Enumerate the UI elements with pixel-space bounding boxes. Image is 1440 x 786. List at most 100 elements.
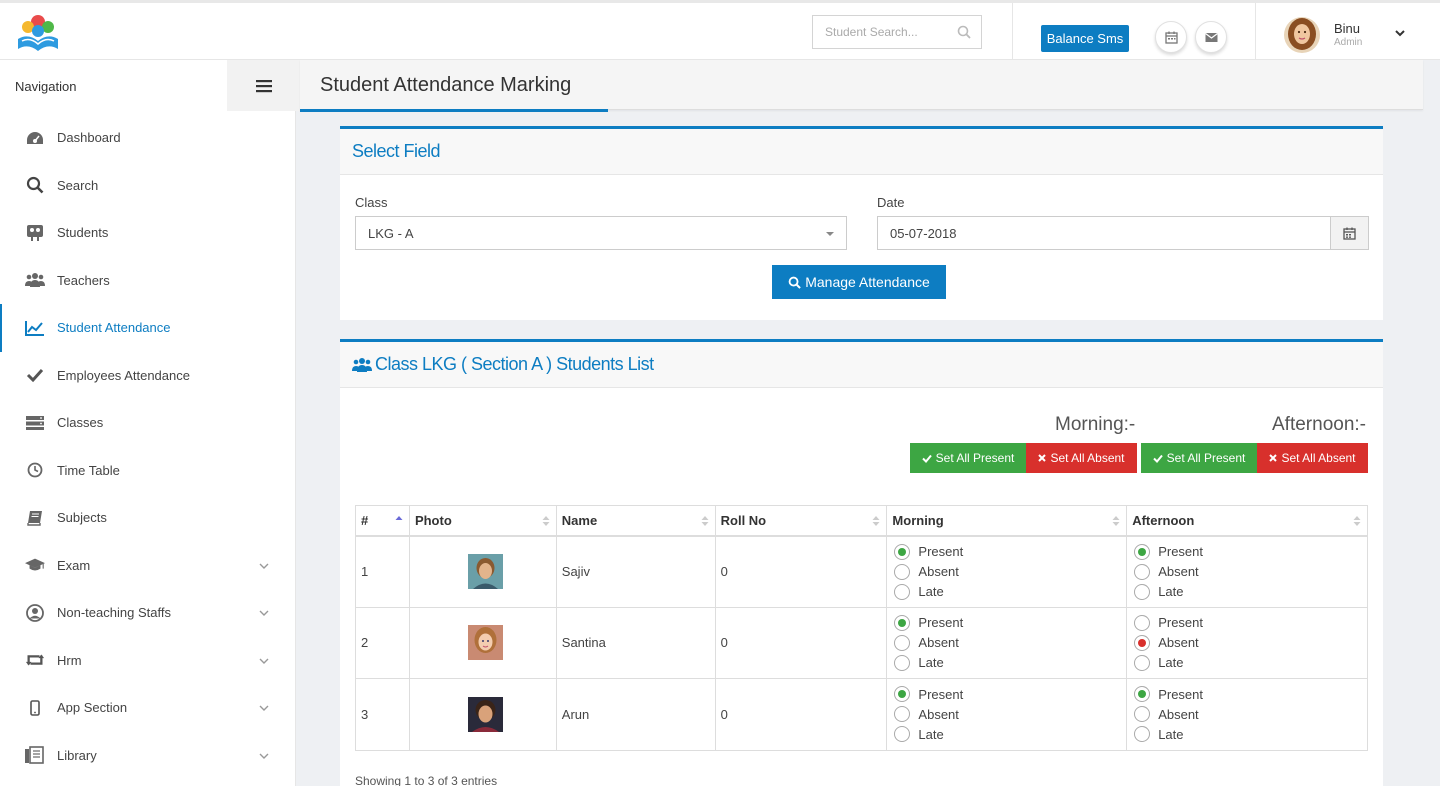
chevron-down-icon[interactable] — [259, 608, 269, 618]
roll-no: 0 — [714, 678, 888, 751]
morning-absent-radio[interactable]: Absent — [894, 634, 1126, 651]
student-name: Arun — [555, 678, 716, 751]
students-list-header: Class LKG ( Section A ) Students List — [340, 342, 1383, 388]
roll-no: 0 — [714, 535, 888, 608]
sidebar-item-students[interactable]: Students — [0, 209, 296, 257]
balance-sms-button[interactable]: Balance Sms — [1041, 25, 1129, 52]
student-name: Sajiv — [555, 535, 716, 608]
table-row: 3 Arun 0 Present Absent Late Present Abs… — [355, 678, 1368, 751]
afternoon-present-radio[interactable]: Present — [1134, 614, 1367, 631]
afternoon-late-radio[interactable]: Late — [1134, 654, 1367, 671]
sidebar-item-dashboard[interactable]: Dashboard — [0, 114, 296, 162]
menu-toggle-button[interactable] — [227, 60, 300, 111]
dashboard-icon — [25, 129, 45, 147]
morning-cell: Present Absent Late — [886, 678, 1128, 751]
afternoon-present-radio[interactable]: Present — [1134, 686, 1367, 703]
entries-info: Showing 1 to 3 of 3 entries — [355, 774, 498, 786]
column-header-afternoon[interactable]: Afternoon — [1126, 505, 1368, 537]
date-input[interactable]: 05-07-2018 — [877, 216, 1331, 250]
afternoon-late-radio[interactable]: Late — [1134, 583, 1367, 600]
student-search-input[interactable] — [813, 16, 953, 48]
class-select[interactable]: LKG - A — [355, 216, 847, 250]
sidebar-item-exam[interactable]: Exam — [0, 542, 296, 590]
morning-cell: Present Absent Late — [886, 606, 1128, 679]
sidebar-item-library[interactable]: Library — [0, 732, 296, 780]
morning-present-radio[interactable]: Present — [894, 614, 1126, 631]
library-icon — [25, 746, 45, 765]
afternoon-late-radio[interactable]: Late — [1134, 726, 1367, 743]
search-icon[interactable] — [957, 25, 971, 39]
hamburger-icon — [255, 79, 272, 92]
sort-icon — [1112, 516, 1120, 526]
sidebar-item-time-table[interactable]: Time Table — [0, 447, 296, 495]
morning-absent-radio[interactable]: Absent — [894, 563, 1126, 580]
afternoon-absent-radio[interactable]: Absent — [1134, 563, 1367, 580]
student-photo — [467, 696, 503, 732]
retweet-icon — [25, 651, 45, 669]
sidebar-item-hrm[interactable]: Hrm — [0, 637, 296, 685]
column-header-name[interactable]: Name — [555, 505, 716, 537]
sidebar-item-subjects[interactable]: Subjects — [0, 494, 296, 542]
manage-attendance-button[interactable]: Manage Attendance — [772, 265, 946, 299]
date-picker-button[interactable] — [1330, 216, 1369, 250]
afternoon-set-all-present-button[interactable]: Set All Present — [1141, 443, 1257, 473]
envelope-icon — [1204, 32, 1218, 42]
sidebar-item-label: Library — [57, 747, 97, 763]
sidebar-item-student-attendance[interactable]: Student Attendance — [0, 304, 296, 352]
student-name: Santina — [555, 606, 716, 679]
morning-set-all-absent-button[interactable]: Set All Absent — [1026, 443, 1137, 473]
sidebar-item-label: Non-teaching Staffs — [57, 605, 171, 621]
afternoon-absent-radio[interactable]: Absent — [1134, 706, 1367, 723]
student-search[interactable] — [812, 15, 982, 49]
sidebar-item-search[interactable]: Search — [0, 162, 296, 210]
calendar-button[interactable] — [1155, 21, 1187, 53]
sidebar-item-classes[interactable]: Classes — [0, 399, 296, 447]
class-select-value: LKG - A — [368, 225, 414, 241]
sort-asc-icon — [395, 516, 403, 520]
user-name[interactable]: Binu — [1334, 21, 1360, 36]
user-avatar[interactable] — [1284, 17, 1320, 53]
morning-set-all-present-button[interactable]: Set All Present — [910, 443, 1026, 473]
morning-late-radio[interactable]: Late — [894, 726, 1126, 743]
date-input-value: 05-07-2018 — [890, 225, 957, 241]
student-photo — [467, 625, 503, 661]
morning-late-radio[interactable]: Late — [894, 583, 1126, 600]
nav-list: Dashboard Search Students Teachers Stude… — [0, 114, 296, 779]
column-header-number[interactable]: # — [355, 505, 410, 537]
sidebar-item-teachers[interactable]: Teachers — [0, 257, 296, 305]
sidebar-item-app-section[interactable]: App Section — [0, 684, 296, 732]
morning-present-radio[interactable]: Present — [894, 543, 1126, 560]
check-icon — [921, 454, 932, 463]
chevron-down-icon[interactable] — [259, 561, 269, 571]
button-label: Set All Absent — [1050, 451, 1125, 465]
column-header-photo[interactable]: Photo — [408, 505, 557, 537]
sidebar-item-employees-attendance[interactable]: Employees Attendance — [0, 352, 296, 400]
sidebar-item-non-teaching-staffs[interactable]: Non-teaching Staffs — [0, 589, 296, 637]
afternoon-present-radio[interactable]: Present — [1134, 543, 1367, 560]
button-label: Set All Absent — [1281, 451, 1356, 465]
users-icon — [352, 357, 372, 372]
afternoon-absent-radio[interactable]: Absent — [1134, 634, 1367, 651]
app-logo[interactable] — [14, 11, 62, 55]
calendar-icon — [1343, 227, 1356, 240]
date-label: Date — [877, 195, 905, 210]
chevron-down-icon[interactable] — [259, 703, 269, 713]
afternoon-cell: Present Absent Late — [1126, 678, 1368, 751]
sidebar-item-label: Students — [57, 225, 109, 241]
column-header-roll-no[interactable]: Roll No — [714, 505, 888, 537]
divider — [1012, 3, 1013, 60]
morning-present-radio[interactable]: Present — [894, 686, 1126, 703]
chevron-down-icon[interactable] — [259, 656, 269, 666]
morning-late-radio[interactable]: Late — [894, 654, 1126, 671]
chevron-down-icon[interactable] — [259, 751, 269, 761]
chevron-down-icon[interactable] — [1394, 27, 1406, 39]
afternoon-set-all-absent-button[interactable]: Set All Absent — [1257, 443, 1368, 473]
morning-absent-radio[interactable]: Absent — [894, 706, 1126, 723]
sidebar-item-label: App Section — [57, 700, 128, 716]
manage-attendance-label: Manage Attendance — [805, 274, 930, 290]
column-header-morning[interactable]: Morning — [886, 505, 1128, 537]
messages-button[interactable] — [1195, 21, 1227, 53]
book-icon — [25, 509, 45, 527]
check-icon — [1152, 454, 1163, 463]
classes-icon — [25, 414, 45, 432]
